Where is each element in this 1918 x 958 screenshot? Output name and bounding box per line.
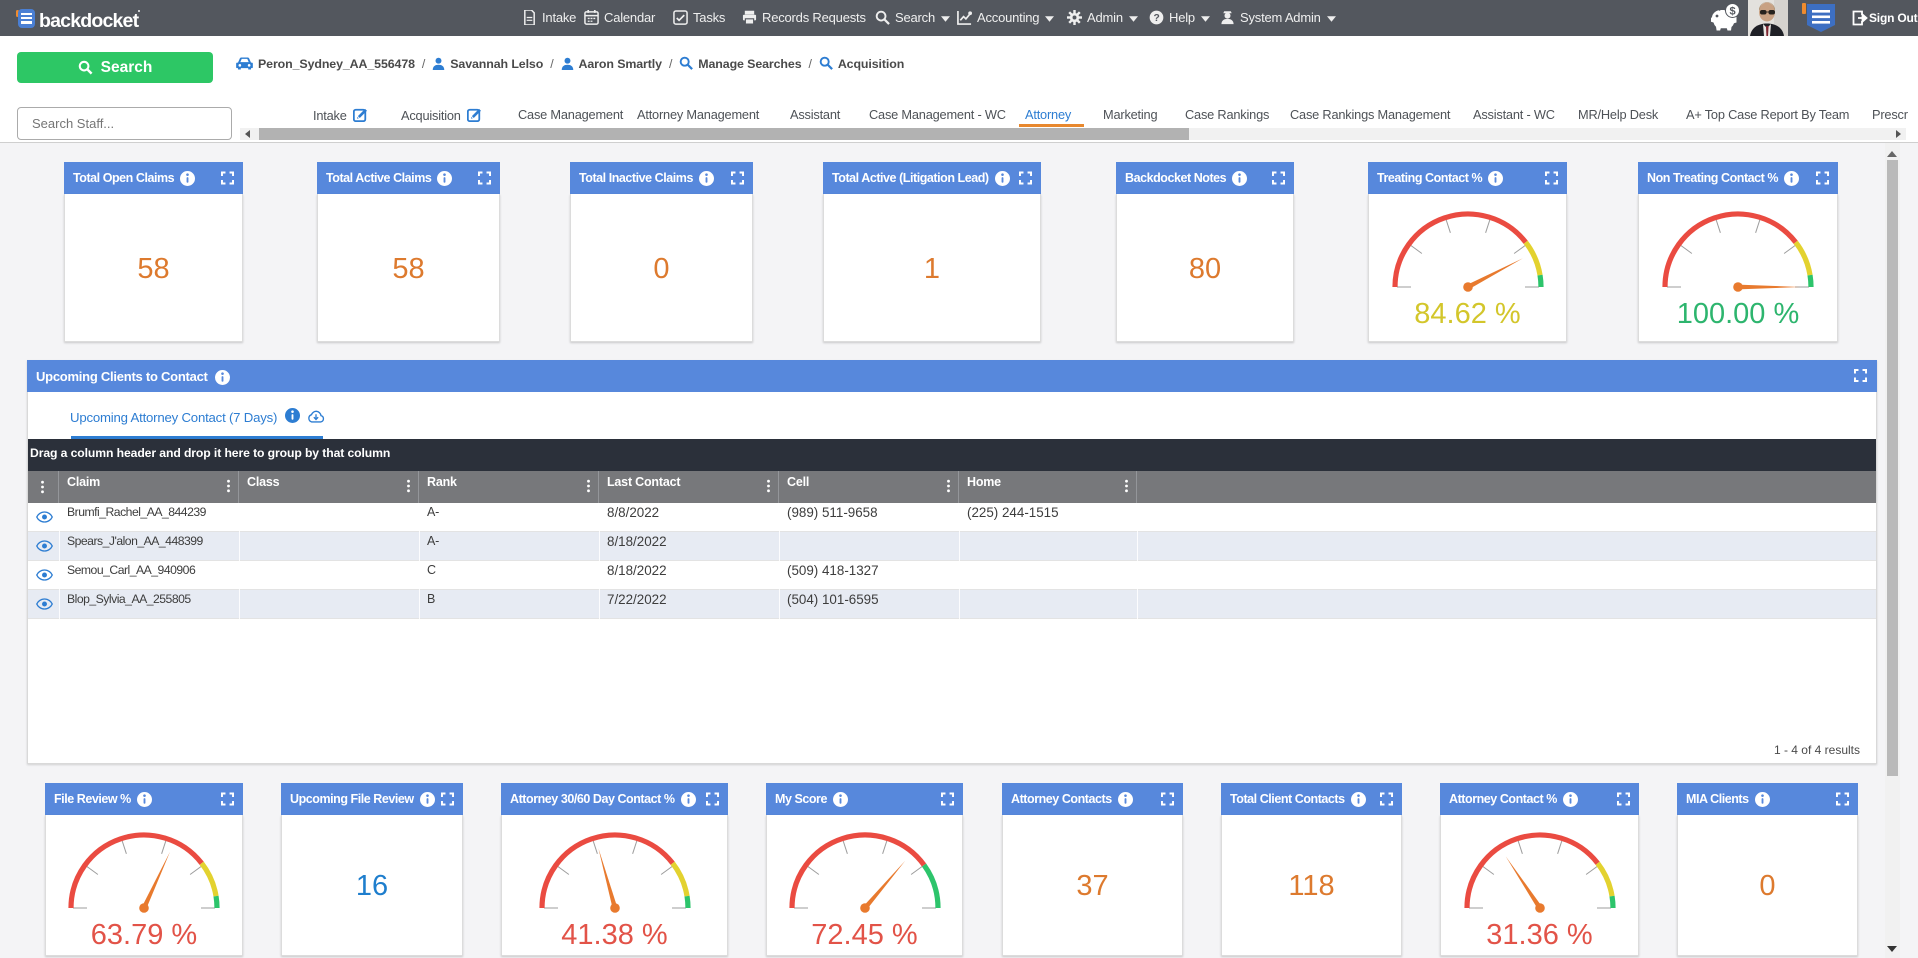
svg-text:?: ?: [1153, 13, 1159, 24]
svg-text:$: $: [1729, 6, 1735, 18]
